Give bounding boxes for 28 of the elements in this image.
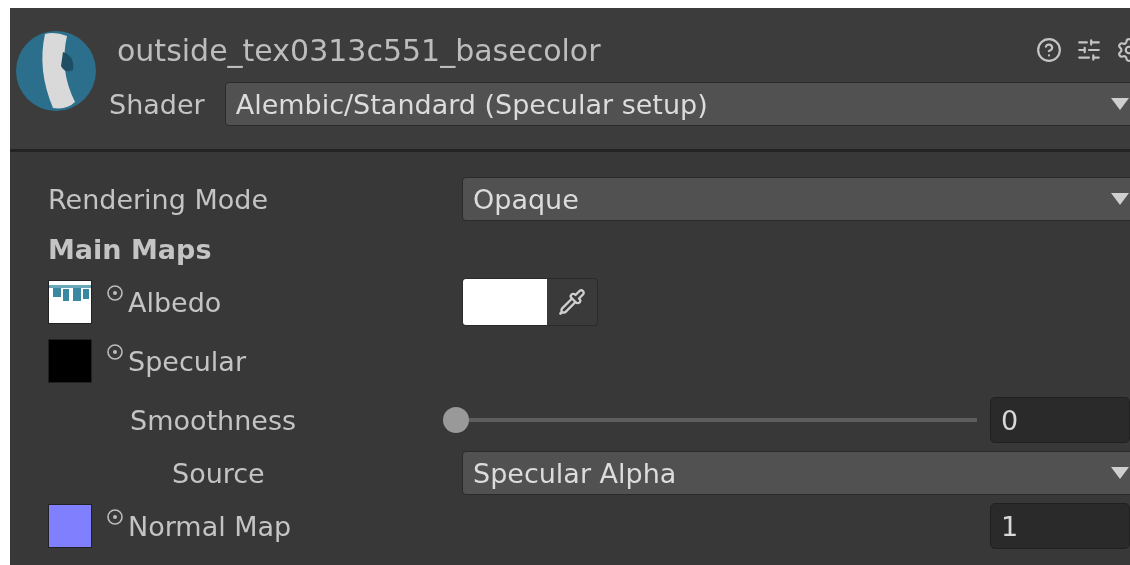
shader-label: Shader	[109, 88, 205, 120]
target-icon[interactable]	[106, 508, 124, 526]
dropdown[interactable]: Specular Alpha	[462, 451, 1130, 495]
color-field[interactable]	[462, 278, 598, 326]
number-field[interactable]: 1	[990, 503, 1130, 549]
property-label: Source	[172, 457, 265, 489]
caret-icon	[1111, 467, 1129, 479]
dropdown[interactable]: Opaque	[462, 177, 1130, 221]
eyedropper-icon[interactable]	[558, 288, 586, 316]
slider-thumb[interactable]	[443, 407, 469, 433]
caret-icon	[1111, 98, 1129, 110]
target-icon[interactable]	[106, 343, 124, 361]
help-icon[interactable]	[1036, 37, 1062, 63]
target-icon[interactable]	[106, 284, 124, 302]
texture-swatch[interactable]	[48, 339, 92, 383]
property-label: Albedo	[128, 286, 222, 318]
section-heading: Main Maps	[48, 233, 212, 265]
material-sphere-icon	[15, 30, 97, 112]
number-field[interactable]: 0	[990, 397, 1130, 443]
property-label: Normal Map	[128, 510, 292, 542]
property-label: Specular	[128, 345, 246, 377]
caret-icon	[1111, 193, 1129, 205]
material-title: outside_tex0313c551_basecolor	[117, 32, 602, 68]
texture-swatch[interactable]	[48, 504, 92, 548]
property-label: Rendering Mode	[48, 183, 269, 215]
property-label: Smoothness	[130, 404, 297, 436]
sliders-icon[interactable]	[1076, 37, 1102, 63]
shader-dropdown[interactable]: Alembic/Standard (Specular setup)	[224, 82, 1130, 126]
